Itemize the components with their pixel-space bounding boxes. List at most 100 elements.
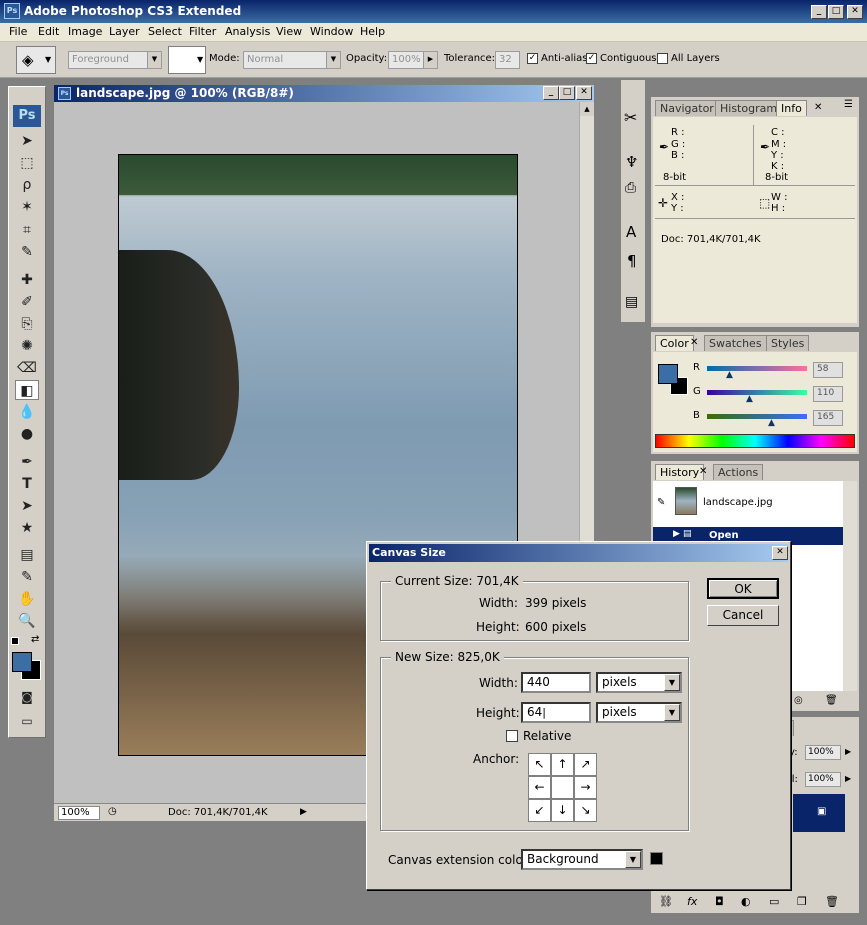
extension-color-swatch[interactable] [650,852,663,865]
menu-view[interactable]: View [276,25,302,38]
history-scrollbar[interactable] [843,481,857,691]
doc-close-button[interactable]: ✕ [576,86,592,100]
anchor-top-right[interactable]: ↗ [574,753,597,776]
magic-wand-tool-icon[interactable]: ✶ [15,197,39,217]
paragraph-icon[interactable]: ¶ [627,252,637,270]
extension-color-select[interactable]: Background ▼ [521,849,643,870]
history-brush-tool-icon[interactable]: ✺ [15,336,39,356]
layer-style-icon[interactable]: fx [687,895,697,908]
anchor-left[interactable]: ← [528,776,551,799]
relative-checkbox[interactable] [506,730,518,742]
channel-g-value[interactable]: 110 [813,386,843,402]
doc-minimize-button[interactable]: _ [543,86,559,100]
character-icon[interactable]: A [626,223,636,241]
height-unit-select[interactable]: pixels ▼ [596,702,682,723]
height-input[interactable]: 64| [521,702,591,723]
clone-source-icon[interactable]: ⎙ [625,180,636,196]
tab-styles[interactable]: Styles [766,335,810,351]
menu-window[interactable]: Window [310,25,353,38]
zoom-field[interactable]: 100% [58,806,100,820]
status-menu-arrow-icon[interactable]: ▶ [300,807,307,817]
swap-colors-icon[interactable]: ⇄ [31,634,39,645]
tolerance-field[interactable]: 32 [495,51,520,69]
eraser-tool-icon[interactable]: ⌫ [15,358,39,378]
chevron-right-icon[interactable]: ▶ [845,747,851,756]
tool-preset-picker[interactable]: ◈ ▼ [16,46,56,74]
anchor-top[interactable]: ↑ [551,753,574,776]
ok-button[interactable]: OK [707,578,779,599]
close-icon[interactable]: ✕ [699,466,707,477]
quick-mask-icon[interactable]: ◙ [15,687,39,707]
color-foreground-swatch[interactable] [658,364,678,384]
hand-tool-icon[interactable]: ✋ [15,589,39,609]
channel-g-slider[interactable] [707,390,807,395]
tab-info[interactable]: Info [776,100,807,116]
chevron-right-icon[interactable]: ▶ [845,774,851,783]
lasso-tool-icon[interactable]: ρ [15,175,39,195]
channel-b-slider[interactable] [707,414,807,419]
tool-presets-icon[interactable]: ✂ [624,108,637,127]
anchor-bottom-right[interactable]: ↘ [574,799,597,822]
pen-tool-icon[interactable]: ✒ [15,452,39,472]
crop-tool-icon[interactable]: ⌗ [15,220,39,240]
scroll-up-icon[interactable]: ▲ [580,102,594,116]
menu-help[interactable]: Help [360,25,385,38]
notes-tool-icon[interactable]: ▤ [15,545,39,565]
snapshot-name[interactable]: landscape.jpg [703,497,773,508]
new-layer-icon[interactable]: ❐ [797,895,807,908]
anchor-grid[interactable]: ↖ ↑ ↗ ← → ↙ ↓ ↘ [528,753,598,823]
channel-b-value[interactable]: 165 [813,410,843,426]
channel-r-thumb[interactable]: ▲ [726,370,733,380]
anchor-center[interactable] [551,776,574,799]
status-options-icon[interactable]: ◷ [108,806,117,817]
default-colors-icon[interactable] [11,637,19,645]
close-icon[interactable]: ✕ [690,337,698,348]
menu-file[interactable]: File [9,25,27,38]
eyedropper-tool-icon[interactable]: ✎ [15,567,39,587]
close-button[interactable]: ✕ [847,5,863,19]
tab-swatches[interactable]: Swatches [704,335,767,351]
channel-r-value[interactable]: 58 [813,362,843,378]
tab-color[interactable]: Color [655,335,694,351]
width-unit-select[interactable]: pixels ▼ [596,672,682,693]
chevron-right-icon[interactable]: ▶ [423,52,437,68]
marquee-tool-icon[interactable]: ⬚ [15,153,39,173]
pattern-picker[interactable]: ▼ [168,46,206,74]
zoom-tool-icon[interactable]: 🔍 [15,611,39,631]
menu-edit[interactable]: Edit [38,25,59,38]
tab-actions[interactable]: Actions [713,464,764,480]
anchor-bottom-left[interactable]: ↙ [528,799,551,822]
shape-tool-icon[interactable]: ★ [15,518,39,538]
brush-tool-icon[interactable]: ✐ [15,292,39,312]
layer-opacity-field[interactable]: 100% [805,745,841,760]
tab-history[interactable]: History [655,464,705,480]
contiguous-checkbox[interactable]: ✓ [586,53,597,64]
new-group-icon[interactable]: ▭ [769,895,779,908]
layer-fill-field[interactable]: 100% [805,772,841,787]
brushes-icon[interactable]: ♆ [625,153,638,171]
tab-navigator[interactable]: Navigator [655,100,719,116]
tab-histogram[interactable]: Histogram [715,100,783,116]
channel-b-thumb[interactable]: ▲ [768,418,775,428]
blur-tool-icon[interactable]: 💧 [15,402,39,422]
panel-menu-icon[interactable]: ☰ [844,99,853,110]
cancel-button[interactable]: Cancel [707,605,779,626]
path-selection-tool-icon[interactable]: ➤ [15,496,39,516]
minimize-button[interactable]: _ [811,5,827,19]
channel-r-slider[interactable] [707,366,807,371]
screen-mode-icon[interactable]: ▭ [15,711,39,731]
adjustment-layer-icon[interactable]: ◐ [741,895,751,908]
anchor-top-left[interactable]: ↖ [528,753,551,776]
move-tool-icon[interactable]: ➤ [15,131,39,151]
doc-maximize-button[interactable]: □ [559,86,575,100]
maximize-button[interactable]: □ [828,5,844,19]
menu-layer[interactable]: Layer [109,25,140,38]
color-spectrum-bar[interactable] [655,434,855,448]
opacity-field[interactable]: 100% ▶ [388,51,438,69]
trash-icon[interactable]: 🗑 [825,695,838,706]
antialias-checkbox[interactable]: ✓ [527,53,538,64]
healing-brush-tool-icon[interactable]: ✚ [15,270,39,290]
new-snapshot-icon[interactable]: ◎ [794,695,803,706]
menu-select[interactable]: Select [148,25,182,38]
type-tool-icon[interactable]: T [15,474,39,494]
